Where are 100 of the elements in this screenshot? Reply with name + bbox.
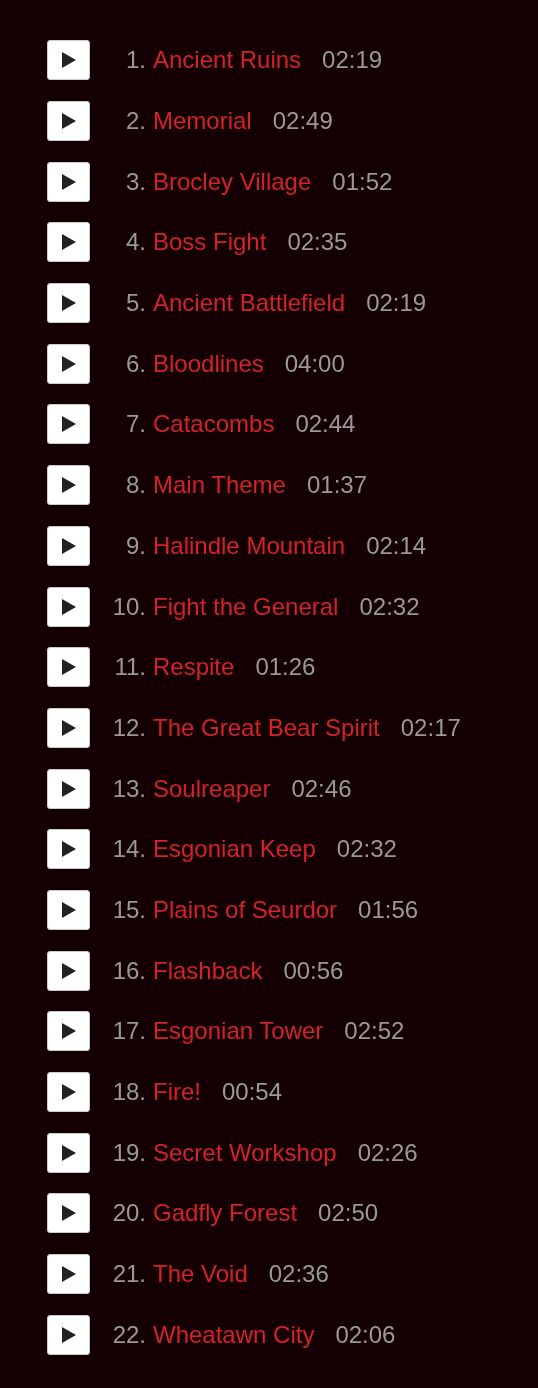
track-number: 14. [111, 835, 146, 864]
track-duration: 04:00 [284, 349, 345, 378]
track-number: 20. [111, 1199, 146, 1228]
track-number: 12. [111, 713, 146, 742]
track-title[interactable]: Secret Workshop [153, 1138, 337, 1167]
play-button[interactable] [47, 829, 90, 870]
track-title[interactable]: The Great Bear Spirit [153, 713, 380, 742]
track-duration: 00:56 [283, 956, 344, 985]
play-button[interactable] [47, 950, 90, 991]
track-title[interactable]: Brocley Village [153, 167, 312, 196]
play-icon [61, 295, 76, 312]
play-icon [61, 477, 76, 494]
track-title[interactable]: Wheatawn City [153, 1320, 315, 1349]
track-title[interactable]: Esgonian Keep [153, 835, 316, 864]
play-button[interactable] [47, 1314, 90, 1355]
play-icon [61, 1205, 76, 1222]
track-number: 6. [125, 349, 146, 378]
play-icon [61, 1266, 76, 1283]
track-number: 13. [111, 774, 146, 803]
play-icon [61, 1084, 76, 1101]
play-icon [61, 780, 76, 797]
track-number: 15. [111, 895, 146, 924]
track-title[interactable]: Catacombs [153, 410, 275, 439]
play-button[interactable] [47, 283, 90, 324]
play-button[interactable] [47, 1193, 90, 1234]
play-icon [61, 1326, 76, 1343]
play-button[interactable] [47, 343, 90, 384]
track-duration: 02:17 [400, 713, 461, 742]
track-title[interactable]: Plains of Seurdor [153, 895, 338, 924]
track-title[interactable]: Respite [153, 653, 235, 682]
play-button[interactable] [47, 889, 90, 930]
play-icon [61, 901, 76, 918]
track-duration: 00:54 [222, 1078, 283, 1107]
track-duration: 02:46 [291, 774, 352, 803]
track-duration: 02:06 [335, 1320, 396, 1349]
track-duration: 02:44 [295, 410, 356, 439]
track-duration: 02:49 [272, 107, 333, 136]
play-icon [61, 234, 76, 251]
track-number: 1. [125, 46, 146, 75]
play-icon [61, 1023, 76, 1040]
track-number: 2. [125, 107, 146, 136]
track-number: 16. [111, 956, 146, 985]
track-title[interactable]: Ancient Ruins [153, 46, 302, 75]
track-title[interactable]: Halindle Mountain [153, 531, 346, 560]
track-number: 18. [111, 1078, 146, 1107]
track-duration: 02:32 [359, 592, 420, 621]
track-number: 21. [111, 1260, 146, 1289]
play-icon [61, 113, 76, 130]
track-number: 11. [113, 653, 146, 682]
track-duration: 01:52 [332, 167, 393, 196]
track-title[interactable]: Gadfly Forest [153, 1199, 298, 1228]
play-icon [61, 52, 76, 69]
track-number: 9. [125, 531, 146, 560]
play-button[interactable] [47, 1011, 90, 1052]
track-duration: 02:50 [318, 1199, 379, 1228]
track-number: 10. [111, 592, 146, 621]
track-title[interactable]: Soulreaper [153, 774, 271, 803]
track-number: 19. [111, 1138, 146, 1167]
track-number: 8. [125, 471, 146, 500]
track-number: 3. [125, 167, 146, 196]
play-icon [61, 416, 76, 433]
track-title[interactable]: Memorial [153, 107, 252, 136]
play-button[interactable] [47, 40, 90, 81]
play-icon [61, 719, 76, 736]
play-button[interactable] [47, 1254, 90, 1295]
track-title[interactable]: Flashback [153, 956, 263, 985]
play-button[interactable] [47, 222, 90, 263]
play-button[interactable] [47, 525, 90, 566]
play-button[interactable] [47, 465, 90, 506]
play-icon [61, 537, 76, 554]
track-title[interactable]: Fire! [153, 1078, 201, 1107]
track-duration: 01:56 [358, 895, 419, 924]
track-number: 4. [125, 228, 146, 257]
track-title[interactable]: Esgonian Tower [153, 1017, 324, 1046]
play-button[interactable] [47, 586, 90, 627]
track-number: 22. [111, 1320, 146, 1349]
play-button[interactable] [47, 1072, 90, 1113]
play-button[interactable] [47, 101, 90, 142]
play-button[interactable] [47, 768, 90, 809]
track-title[interactable]: Fight the General [153, 592, 339, 621]
track-duration: 02:36 [268, 1260, 329, 1289]
track-title[interactable]: Main Theme [153, 471, 286, 500]
play-icon [61, 841, 76, 858]
track-title[interactable]: Bloodlines [153, 349, 264, 378]
track-title[interactable]: Boss Fight [153, 228, 267, 257]
play-button[interactable] [47, 1132, 90, 1173]
play-button[interactable] [47, 161, 90, 202]
play-icon [61, 355, 76, 372]
track-title[interactable]: Ancient Battlefield [153, 289, 346, 318]
play-button[interactable] [47, 404, 90, 445]
track-number: 5. [125, 289, 146, 318]
play-icon [61, 962, 76, 979]
play-button[interactable] [47, 647, 90, 688]
play-icon [61, 598, 76, 615]
track-duration: 02:19 [322, 46, 383, 75]
track-duration: 02:32 [336, 835, 397, 864]
play-button[interactable] [47, 707, 90, 748]
track-duration: 02:19 [366, 289, 427, 318]
track-title[interactable]: The Void [153, 1260, 248, 1289]
play-icon [61, 1144, 76, 1161]
